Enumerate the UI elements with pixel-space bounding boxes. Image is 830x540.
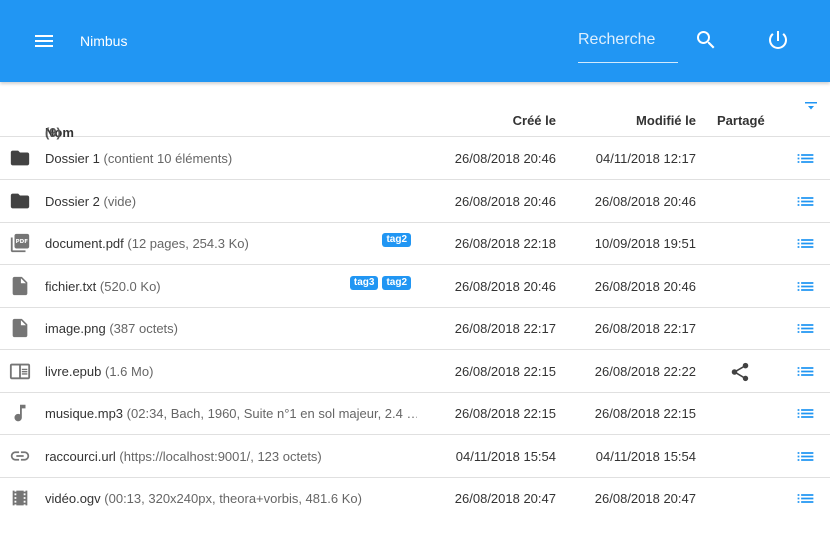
created-date: 26/08/2018 22:18 — [454, 236, 556, 251]
file-name[interactable]: Dossier 2 (vide) — [45, 194, 136, 209]
tag-badge[interactable]: tag2 — [382, 275, 411, 290]
table-row[interactable]: musique.mp3 (02:34, Bach, 1960, Suite n°… — [0, 392, 830, 435]
svg-text:PDF: PDF — [16, 239, 29, 245]
app-bar: Nimbus — [0, 0, 830, 82]
file-name-label: vidéo.ogv — [45, 491, 101, 506]
app-title: Nimbus — [80, 33, 128, 49]
file-meta: (12 pages, 254.3 Ko) — [127, 236, 249, 251]
actions-menu-icon[interactable] — [795, 148, 816, 169]
file-name[interactable]: raccourci.url (https://localhost:9001/, … — [45, 449, 322, 464]
book-icon — [9, 363, 31, 379]
file-name-label: document.pdf — [45, 236, 124, 251]
pdf-icon: PDF — [10, 233, 30, 253]
share-icon[interactable] — [729, 361, 751, 383]
created-date: 26/08/2018 22:17 — [454, 321, 556, 336]
file-name-label: Dossier 2 — [45, 193, 100, 209]
file-name[interactable]: livre.epub (1.6 Mo) — [45, 364, 153, 379]
file-meta: (1.6 Mo) — [105, 363, 154, 379]
table-row[interactable]: image.png (387 octets) 26/08/2018 22:17 26… — [0, 307, 830, 350]
file-name-label: Dossier 1 — [45, 151, 100, 166]
file-name-label: musique.mp3 — [45, 406, 124, 421]
header-created[interactable]: Créé le — [513, 113, 556, 128]
music-note-icon — [14, 404, 26, 422]
table-row[interactable]: raccourci.url (https://localhost:9001/, … — [0, 435, 830, 478]
file-name[interactable]: image.png (387 octets) — [45, 321, 178, 336]
tag-badge[interactable]: tag3 — [349, 275, 379, 290]
table-row[interactable]: Dossier 1 (contient 10 éléments) 26/08/20… — [0, 137, 830, 180]
table-row[interactable]: fichier.txt (520.0 Ko) tag3 tag2 26/08/2018… — [0, 265, 830, 308]
modified-date: 26/08/2018 22:22 — [594, 363, 696, 379]
table-row[interactable]: PDF document.pdf (12 pages, 254.3 Ko) tag2… — [0, 222, 830, 265]
file-meta: (02:34, Bach, 1960, Suite n°1 en sol maj… — [126, 406, 417, 421]
created-date: 04/11/2018 15:54 — [455, 448, 556, 464]
search-icon[interactable] — [694, 28, 718, 52]
search-input[interactable] — [578, 24, 678, 56]
actions-menu-icon[interactable] — [795, 446, 816, 467]
actions-menu-icon[interactable] — [795, 488, 816, 509]
modified-date: 26/08/2018 20:46 — [594, 193, 696, 209]
table-row[interactable]: vidéo.ogv (00:13, 320x240px, theora+vorb… — [0, 477, 830, 520]
file-icon — [12, 318, 28, 338]
modified-date: 04/11/2018 12:17 — [595, 151, 696, 166]
actions-menu-icon[interactable] — [795, 191, 816, 212]
file-name[interactable]: musique.mp3 (02:34, Bach, 1960, Suite n°… — [45, 406, 417, 421]
modified-date: 26/08/2018 20:47 — [594, 491, 696, 506]
modified-date: 10/09/2018 19:51 — [594, 236, 696, 251]
file-meta: (387 octets) — [109, 321, 178, 336]
film-icon — [12, 490, 28, 506]
link-icon — [10, 450, 30, 461]
folder-icon — [10, 150, 30, 166]
actions-menu-icon[interactable] — [795, 403, 816, 424]
file-name-label: livre.epub — [45, 363, 102, 379]
modified-date: 26/08/2018 22:17 — [594, 321, 696, 336]
table-header: Nom (9) Créé le Modifié le Partagé — [0, 101, 830, 140]
file-meta: (vide) — [103, 193, 137, 209]
file-name[interactable]: document.pdf (12 pages, 254.3 Ko) — [45, 236, 249, 251]
file-meta: (00:13, 320x240px, theora+vorbis, 481.6 … — [104, 491, 362, 506]
created-date: 26/08/2018 20:47 — [454, 491, 556, 506]
file-meta: (contient 10 éléments) — [103, 151, 233, 166]
tag-badge[interactable]: tag2 — [382, 233, 411, 247]
actions-menu-icon[interactable] — [795, 276, 816, 297]
table-row[interactable]: Dossier 2 (vide) 26/08/2018 20:46 26/08/20… — [0, 180, 830, 223]
tag-list: tag2 — [382, 233, 411, 247]
file-meta: (https://localhost:9001/, 123 octets) — [119, 448, 322, 464]
file-meta: (520.0 Ko) — [99, 278, 161, 294]
file-name-label: raccourci.url — [45, 448, 116, 464]
header-modified[interactable]: Modifié le — [636, 113, 696, 128]
file-name[interactable]: vidéo.ogv (00:13, 320x240px, theora+vorb… — [45, 491, 362, 506]
actions-menu-icon[interactable] — [795, 318, 816, 339]
table-row[interactable]: livre.epub (1.6 Mo) 26/08/2018 22:15 26/08… — [0, 350, 830, 393]
menu-icon[interactable] — [32, 29, 56, 53]
folder-icon — [10, 193, 30, 208]
modified-date: 04/11/2018 15:54 — [595, 448, 696, 464]
modified-date: 26/08/2018 20:46 — [594, 278, 696, 294]
actions-menu-icon[interactable] — [795, 361, 816, 382]
created-date: 26/08/2018 22:15 — [454, 406, 556, 421]
file-icon — [12, 276, 28, 295]
file-name-label: fichier.txt — [45, 278, 97, 294]
tag-list: tag3 tag2 — [349, 275, 411, 290]
power-icon[interactable] — [766, 28, 790, 52]
modified-date: 26/08/2018 22:15 — [594, 406, 696, 421]
header-shared[interactable]: Partagé — [717, 113, 765, 128]
file-name[interactable]: Dossier 1 (contient 10 éléments) — [45, 151, 232, 166]
file-name[interactable]: fichier.txt (520.0 Ko) — [45, 279, 161, 294]
created-date: 26/08/2018 22:15 — [454, 363, 556, 379]
created-date: 26/08/2018 20:46 — [454, 278, 556, 294]
actions-menu-icon[interactable] — [795, 233, 816, 254]
created-date: 26/08/2018 20:46 — [454, 151, 556, 166]
created-date: 26/08/2018 20:46 — [454, 193, 556, 209]
file-name-label: image.png — [45, 321, 106, 336]
search-field — [578, 24, 678, 63]
